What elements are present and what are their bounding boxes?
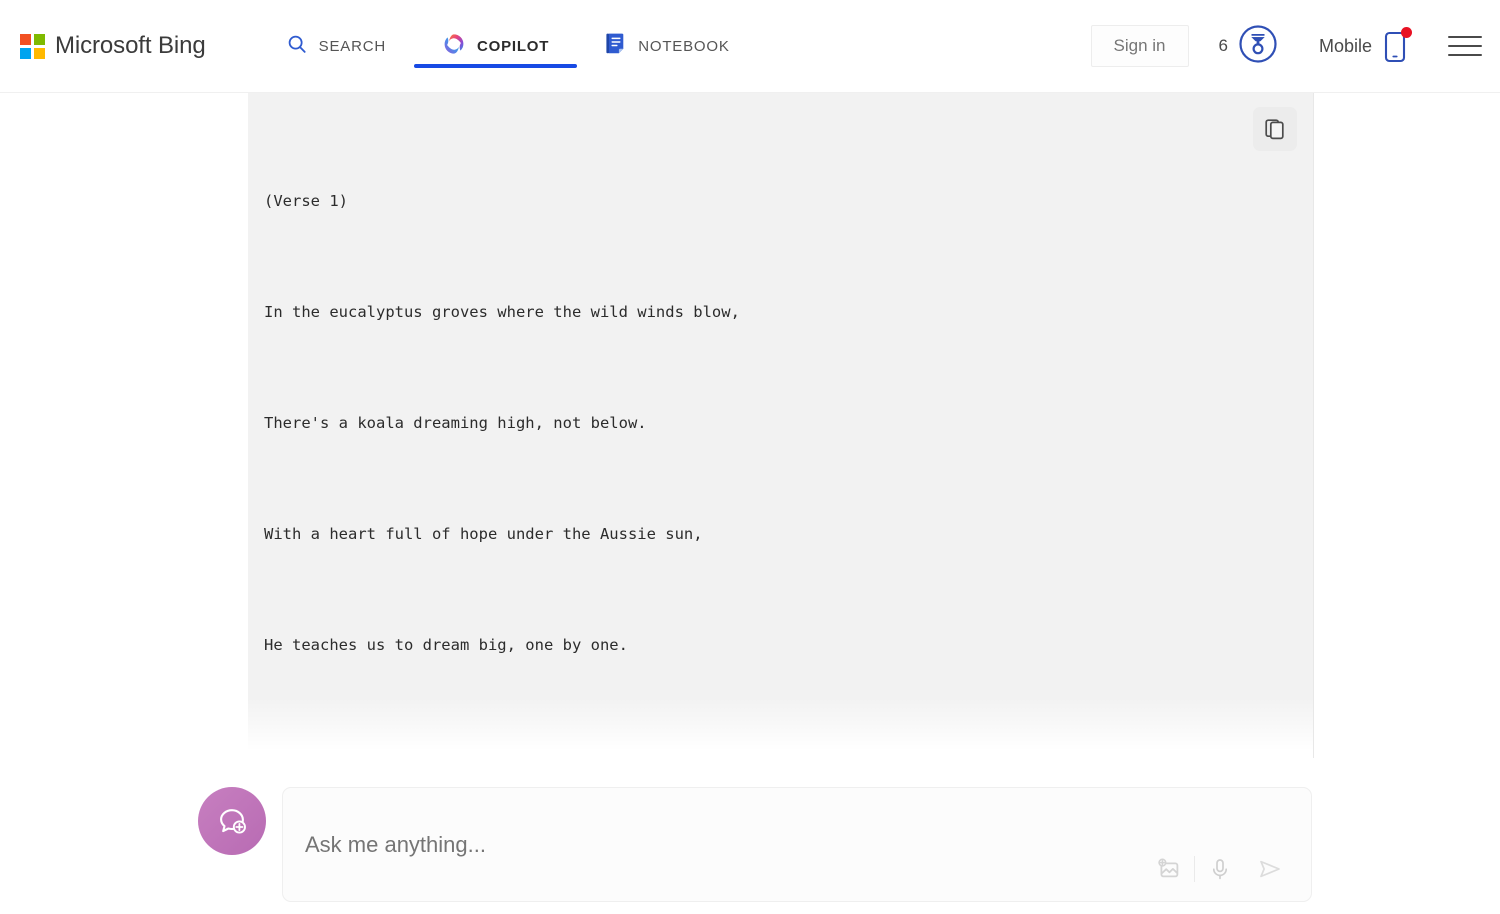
chat-input-container[interactable] — [282, 787, 1312, 902]
phone-icon — [1380, 26, 1412, 66]
input-action-buttons — [1144, 847, 1295, 891]
header-right-actions: Sign in 6 Mobile — [1090, 0, 1500, 93]
bing-logo[interactable]: Microsoft Bing — [20, 23, 206, 69]
top-header: Microsoft Bing SEARCH COPILOT NOTEBOOK S… — [0, 0, 1500, 93]
mobile-link[interactable]: Mobile — [1318, 26, 1412, 66]
answer-text: (Verse 1) In the eucalyptus groves where… — [264, 109, 1273, 758]
lyric-line: With a heart full of hope under the Auss… — [264, 525, 703, 543]
tab-search-label: SEARCH — [318, 37, 386, 55]
composer-bar — [0, 758, 1500, 914]
rewards-count: 6 — [1218, 36, 1228, 55]
microsoft-logo-icon — [20, 33, 45, 59]
notebook-icon — [605, 32, 627, 61]
lyric-line: (Verse 1) — [264, 192, 348, 210]
hamburger-menu-icon[interactable] — [1448, 29, 1482, 63]
send-icon[interactable] — [1245, 847, 1295, 891]
search-icon — [286, 33, 308, 60]
tab-notebook-label: NOTEBOOK — [638, 37, 730, 55]
add-image-icon[interactable] — [1144, 847, 1194, 891]
tab-copilot[interactable]: COPILOT — [413, 0, 578, 93]
lyric-line: He teaches us to dream big, one by one. — [264, 636, 628, 654]
mobile-label: Mobile — [1318, 35, 1372, 56]
rewards-indicator[interactable]: 6 — [1219, 23, 1279, 70]
tab-search[interactable]: SEARCH — [258, 0, 414, 93]
main-nav-tabs: SEARCH COPILOT NOTEBOOK — [258, 0, 758, 93]
rewards-medal-icon — [1237, 23, 1279, 70]
notification-dot — [1401, 27, 1412, 38]
tab-copilot-label: COPILOT — [476, 37, 550, 55]
copilot-answer-panel: (Verse 1) In the eucalyptus groves where… — [248, 93, 1314, 758]
microphone-icon[interactable] — [1195, 847, 1245, 891]
copilot-swirl-icon — [442, 32, 466, 61]
tab-notebook[interactable]: NOTEBOOK — [577, 0, 757, 93]
bing-copilot-page: Microsoft Bing SEARCH COPILOT NOTEBOOK S… — [0, 0, 1500, 914]
lyric-line: In the eucalyptus groves where the wild … — [264, 303, 740, 321]
copy-icon[interactable] — [1253, 107, 1297, 151]
sign-in-button[interactable]: Sign in — [1090, 24, 1189, 68]
new-chat-bubble-plus-icon[interactable] — [198, 787, 266, 855]
lyric-line: There's a koala dreaming high, not below… — [264, 414, 647, 432]
brand-name: Microsoft Bing — [55, 32, 206, 59]
lyric-line-blank — [264, 738, 1273, 758]
